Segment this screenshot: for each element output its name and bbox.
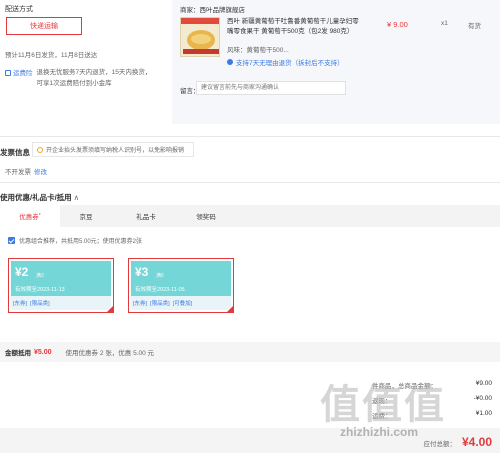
combo-recommend-text: 优惠组合推荐，共抵用5.00元；使用优惠券2张	[19, 239, 143, 245]
product-price: ¥ 9.00	[387, 20, 408, 29]
stock-status: 有货	[468, 23, 481, 30]
coupon-card-head: ¥2 满3 有效期至2023-11-13	[11, 261, 111, 296]
coupon-tag: [限品类]	[30, 301, 50, 307]
shop-name[interactable]: 商家：西叶品牌旗舰店	[180, 4, 245, 14]
coupon-card-head: ¥3 满6 有效期至2023-11-05	[131, 261, 231, 296]
return-policy-icon	[227, 59, 233, 65]
total-row-value: -¥0.00	[473, 395, 492, 402]
insurance-badge[interactable]: 运费险	[5, 67, 33, 77]
tab-coupons[interactable]: 优惠券 *	[0, 205, 60, 227]
discount-summary-desc: 使用优惠券 2 张，优惠 5.00 元	[65, 350, 155, 357]
product-flavor: 风味：黄葡萄干500...	[227, 47, 289, 54]
product-quantity: x1	[441, 20, 448, 27]
product-title[interactable]: 西叶 新疆黄葡萄干吐鲁番黄葡萄干儿童孕妇零嘴零食果干 黄葡萄干500克（包2发 …	[227, 17, 362, 37]
total-row-value: ¥1.00	[475, 410, 492, 417]
checkmark-icon: ✓	[107, 306, 112, 312]
raisin-bowl-graphic	[187, 30, 215, 50]
invoice-title: 发票信息	[0, 148, 30, 157]
lightbulb-icon	[37, 146, 43, 153]
tab-required-mark: *	[38, 213, 41, 219]
insurance-icon	[5, 70, 11, 76]
coupon-tabs: 优惠券 * 京豆 礼品卡 领奖码	[0, 205, 500, 227]
order-section: 商家：西叶品牌旗舰店 西叶 新疆黄葡萄干吐鲁番黄葡萄干儿童孕妇零嘴零食果干 黄葡…	[172, 0, 500, 124]
coupon-tag: [东券]	[13, 301, 28, 307]
product-image-banner	[181, 18, 219, 24]
tab-gift-card[interactable]: 礼品卡	[116, 205, 176, 227]
chevron-up-icon[interactable]: ∧	[74, 193, 80, 202]
divider	[0, 182, 500, 183]
discount-summary-label: 金额抵用	[5, 350, 31, 357]
shipping-method-button[interactable]: 快递运输	[6, 17, 82, 35]
return-policy-text: 支持7天无理由退货（拆封后不支持）	[236, 60, 344, 67]
insurance-block: 运费险 退换无忧服务7天内退货，15天内换货， 可享1次运费赔付到小金库	[5, 67, 151, 89]
discount-summary-amount: ¥5.00	[34, 348, 52, 356]
return-policy[interactable]: 支持7天无理由退货（拆封后不支持）	[227, 57, 344, 67]
coupon-tag: [东券]	[133, 301, 148, 307]
coupon-card[interactable]: ¥2 满3 有效期至2023-11-13 [东券] [限品类] ✓	[8, 258, 114, 313]
coupon-section-title[interactable]: 使用优惠/礼品卡/抵用 ∧	[0, 192, 79, 203]
coupon-tag: [限品类]	[150, 301, 170, 307]
tab-jingdou[interactable]: 京豆	[56, 205, 116, 227]
insurance-badge-label: 运费险	[13, 70, 33, 77]
invoice-status: 不开发票 修改	[5, 166, 47, 176]
coupon-condition: 满6	[156, 273, 164, 279]
site-watermark-url: zhizhizhi.com	[340, 425, 418, 439]
tab-prize-code[interactable]: 领奖码	[176, 205, 236, 227]
remark-input[interactable]	[196, 81, 346, 95]
coupon-card[interactable]: ¥3 满6 有效期至2023-11-05 [东券] [限品类] [可叠加] ✓	[128, 258, 234, 313]
invoice-tip-text: 开企业抬头发票须填写纳税人识别号，以免影响报销	[46, 148, 185, 154]
coupon-condition: 满3	[36, 273, 44, 279]
tab-coupons-label: 优惠券	[19, 214, 39, 221]
coupon-section-title-text: 使用优惠/礼品卡/抵用	[0, 193, 72, 202]
invoice-tip: 开企业抬头发票须填写纳税人识别号，以免影响报销	[32, 142, 194, 157]
shipping-title: 配送方式	[5, 6, 33, 13]
payable-amount: ¥4.00	[461, 435, 492, 449]
coupon-amount: ¥2	[15, 265, 29, 279]
discount-summary: 金额抵用 ¥5.00 使用优惠券 2 张，优惠 5.00 元	[0, 342, 500, 362]
site-watermark: 值值值	[320, 383, 446, 427]
coupon-tags: [东券] [限品类]	[11, 296, 111, 310]
coupon-amount: ¥3	[135, 265, 149, 279]
coupon-validity: 有效期至2023-11-05	[135, 287, 185, 293]
shipping-section: 配送方式 快递运输 预计11月6日发货，11月8日送达 运费险 退换无忧服务7天…	[0, 0, 170, 130]
checkbox-checked-icon[interactable]	[8, 237, 15, 244]
coupon-tag: [可叠加]	[172, 301, 193, 307]
divider	[0, 136, 500, 137]
invoice-edit-link[interactable]: 修改	[34, 169, 47, 176]
insurance-text-line-1: 退换无忧服务7天内退货，15天内换货，	[36, 69, 152, 76]
combo-recommend[interactable]: 优惠组合推荐，共抵用5.00元；使用优惠券2张	[8, 236, 142, 245]
invoice-status-text: 不开发票	[5, 169, 31, 176]
total-row-value: ¥9.00	[475, 380, 492, 387]
product-image[interactable]	[180, 17, 220, 57]
checkmark-icon: ✓	[227, 306, 232, 312]
product-image-footer	[183, 49, 219, 54]
insurance-text-line-2: 可享1次运费赔付到小金库	[36, 80, 112, 87]
payable-total: 应付总额： ¥4.00	[423, 435, 492, 449]
coupon-tags: [东券] [限品类] [可叠加]	[131, 296, 231, 310]
shipping-estimate: 预计11月6日发货，11月8日送达	[5, 52, 98, 59]
coupon-validity: 有效期至2023-11-13	[15, 287, 65, 293]
payable-label: 应付总额：	[423, 441, 456, 448]
